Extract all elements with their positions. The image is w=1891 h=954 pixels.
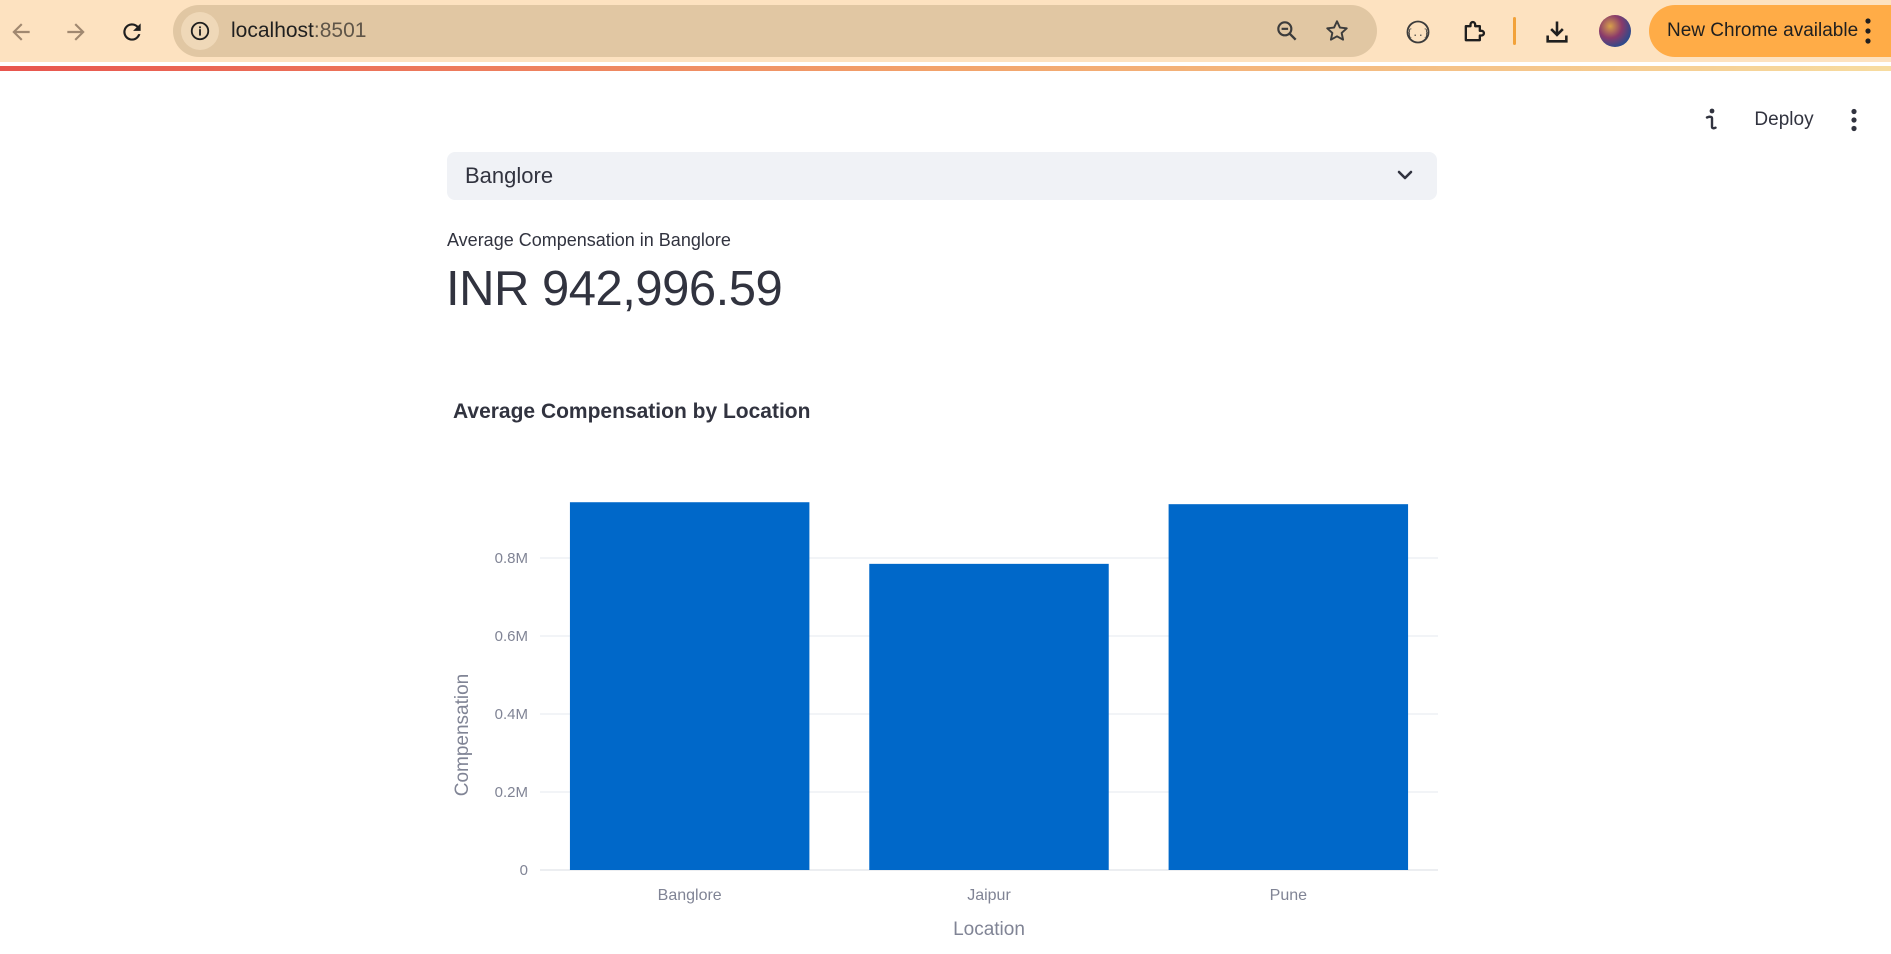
deploy-button[interactable]: Deploy [1748,103,1820,137]
chevron-down-icon [1395,165,1415,190]
y-tick-label: 0.4M [495,706,528,723]
x-tick-label: Banglore [658,887,722,904]
y-axis-title: Compensation [452,674,473,797]
url-port: :8501 [313,19,367,42]
y-tick-label: 0.6M [495,628,528,645]
extension-devtools-icon: {..} [1406,20,1430,44]
back-button[interactable] [1,12,41,52]
chart-title: Average Compensation by Location [453,400,811,423]
toolbar-separator [1513,17,1516,45]
more-vert-icon [1851,108,1857,132]
reload-icon [123,23,141,41]
downloads-button[interactable] [1537,12,1577,52]
zoom-icon [1277,21,1297,41]
forward-arrow-icon [67,23,85,41]
site-info-icon [190,21,210,41]
back-arrow-icon [12,23,30,41]
bar[interactable] [569,502,810,870]
star-icon [1326,20,1348,41]
browser-toolbar: localhost:8501 {..} New Chrome available [0,0,1891,62]
update-chrome-label: New Chrome available [1667,20,1859,41]
update-chrome-button[interactable]: New Chrome available [1649,5,1891,57]
y-tick-label: 0.8M [495,550,528,567]
info-button[interactable] [1697,103,1725,137]
info-icon [1705,108,1717,130]
avatar[interactable] [1599,15,1631,47]
y-tick-label: 0.2M [495,784,528,801]
extensions-button[interactable] [1454,12,1494,52]
site-info-button[interactable] [181,12,219,50]
location-select-value: Banglore [465,163,554,188]
x-tick-label: Pune [1270,887,1307,904]
puzzle-icon [1464,20,1486,42]
bar[interactable] [1168,504,1409,870]
bar[interactable] [869,563,1109,870]
zoom-button[interactable] [1271,15,1303,47]
x-tick-label: Jaipur [967,887,1011,904]
metric-value: INR 942,996.59 [446,262,783,316]
main-menu-button[interactable] [1842,103,1866,137]
more-vert-icon[interactable] [1863,17,1873,50]
compensation-bar-chart[interactable]: 0 0.2M 0.4M 0.6M 0.8M Banglore Jaipur Pune Locat… [440,460,1440,950]
y-tick-label: 0 [520,862,528,879]
x-axis-title: Location [953,919,1025,940]
download-icon [1546,21,1568,43]
forward-button[interactable] [56,12,96,52]
metric-label: Average Compensation in Banglore [447,230,731,250]
location-select[interactable]: Banglore [447,152,1437,200]
deploy-label: Deploy [1754,109,1814,130]
bookmark-button[interactable] [1321,15,1353,47]
url-text[interactable]: localhost:8501 [231,19,366,43]
url-host: localhost [231,19,314,42]
page-load-indicator [0,66,1891,71]
reload-button[interactable] [112,12,152,52]
address-bar[interactable]: localhost:8501 [173,5,1377,57]
svg-text:{..}: {..} [1407,28,1429,39]
devtools-extension-button[interactable]: {..} [1398,12,1438,52]
